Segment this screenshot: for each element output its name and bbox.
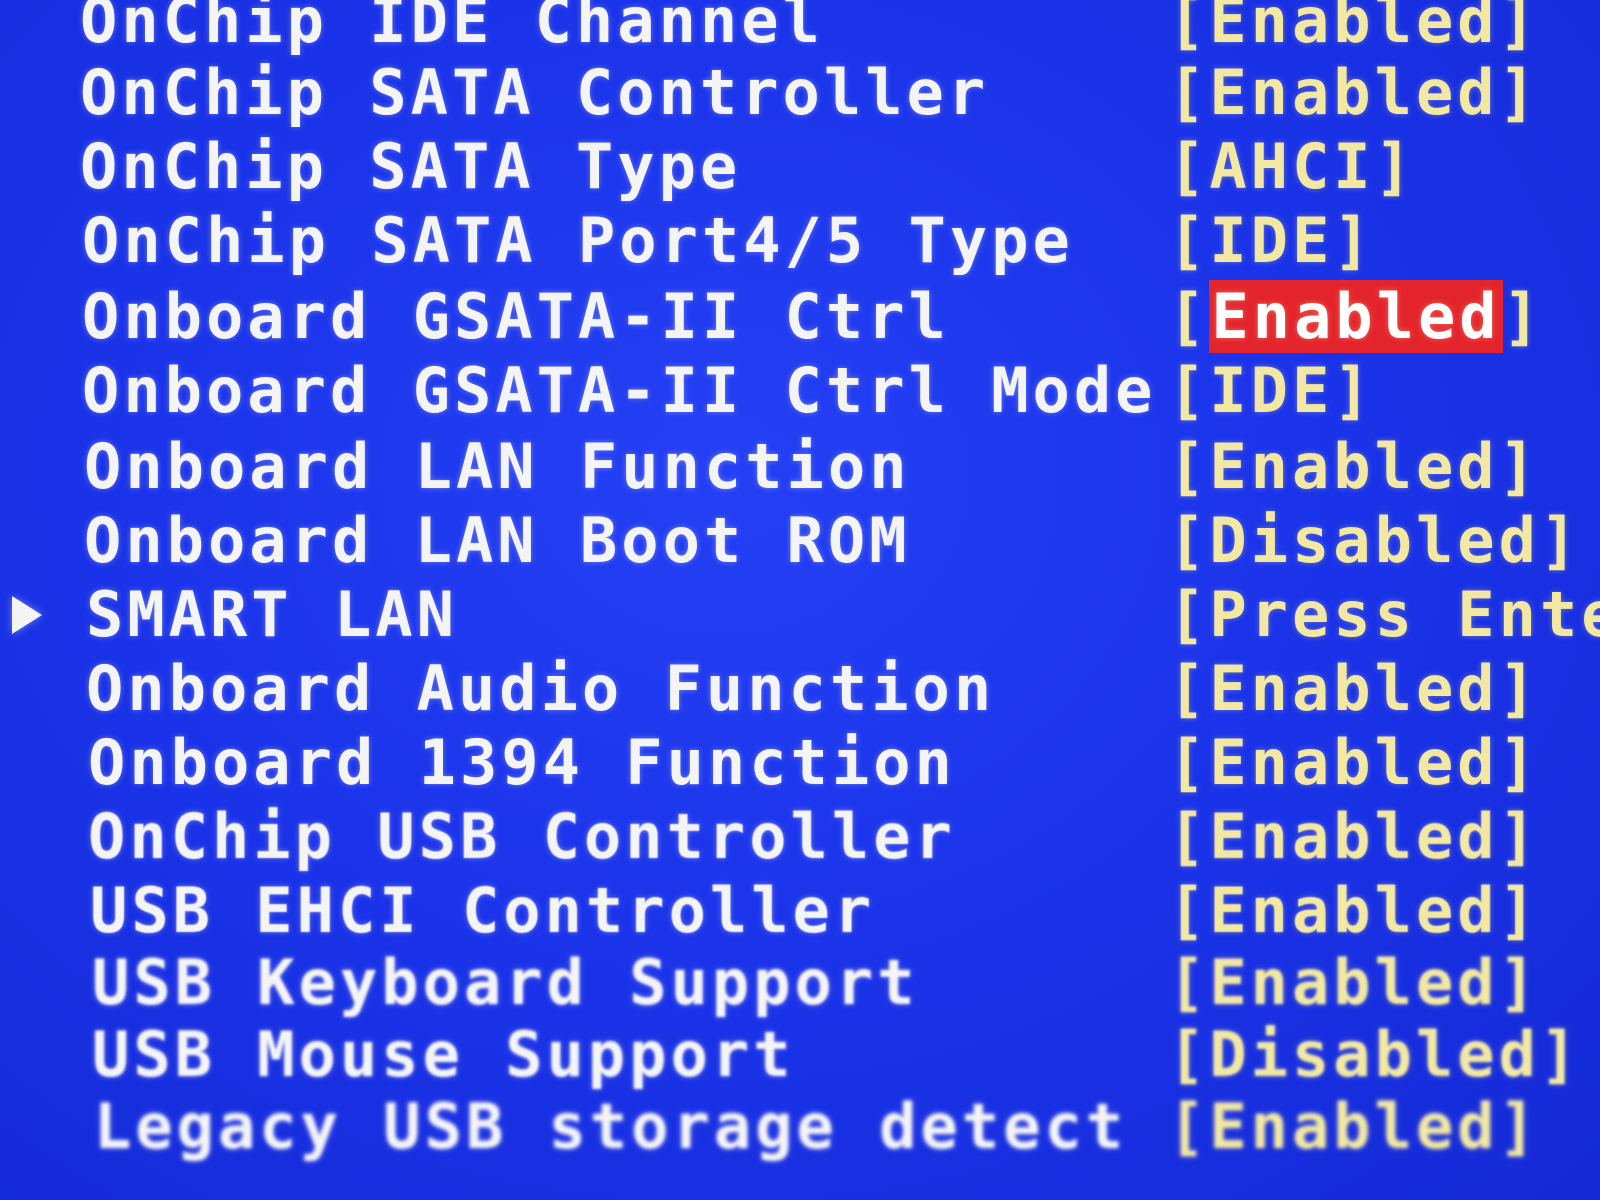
setting-value[interactable]: [Disabled] — [1168, 504, 1581, 578]
setting-label: USB Keyboard Support — [92, 946, 919, 1019]
setting-label: USB Mouse Support — [92, 1018, 795, 1091]
setting-value[interactable]: [IDE] — [1168, 204, 1375, 278]
setting-value[interactable]: [Disabled] — [1168, 1018, 1581, 1092]
setting-label: OnChip SATA Controller — [80, 56, 990, 129]
setting-row-onchip-usb-controller[interactable]: OnChip USB Controller [Enabled] — [0, 800, 1600, 874]
setting-row-usb-keyboard-support[interactable]: USB Keyboard Support [Enabled] — [0, 946, 1600, 1020]
setting-row-onboard-audio-function[interactable]: Onboard Audio Function [Enabled] — [0, 652, 1600, 726]
setting-row-usb-mouse-support[interactable]: USB Mouse Support [Disabled] — [0, 1018, 1600, 1092]
setting-label: SMART LAN — [86, 578, 458, 651]
setting-value[interactable]: [Enabled] — [1168, 800, 1540, 874]
setting-row-onchip-sata-type[interactable]: OnChip SATA Type [AHCI] — [0, 130, 1600, 204]
setting-value[interactable]: [Enabled] — [1168, 652, 1540, 726]
setting-label: Legacy USB storage detect — [94, 1090, 1128, 1163]
setting-label: OnChip IDE Channel — [80, 0, 824, 57]
setting-value[interactable]: [Enabled] — [1168, 1090, 1540, 1164]
setting-row-onboard-gsata-ii-ctrl-mode[interactable]: Onboard GSATA-II Ctrl Mode [IDE] — [0, 354, 1600, 428]
setting-value-selected[interactable]: [Enabled] — [1168, 280, 1544, 354]
setting-row-onboard-lan-function[interactable]: Onboard LAN Function [Enabled] — [0, 430, 1600, 504]
setting-value[interactable]: [Press Ente — [1168, 578, 1600, 652]
setting-label: Onboard GSATA-II Ctrl Mode — [82, 354, 1157, 427]
setting-label: OnChip USB Controller — [88, 800, 956, 873]
setting-row-onchip-ide-channel[interactable]: OnChip IDE Channel [Enabled] — [0, 0, 1600, 58]
value-open-bracket: [ — [1168, 280, 1210, 353]
setting-value[interactable]: [Enabled] — [1168, 430, 1540, 504]
setting-row-onboard-lan-boot-rom[interactable]: Onboard LAN Boot ROM [Disabled] — [0, 504, 1600, 578]
setting-row-onboard-gsata-ii-ctrl[interactable]: Onboard GSATA-II Ctrl [Enabled] — [0, 280, 1600, 354]
setting-row-onboard-1394-function[interactable]: Onboard 1394 Function [Enabled] — [0, 726, 1600, 800]
setting-value[interactable]: [Enabled] — [1168, 726, 1540, 800]
setting-label: Onboard Audio Function — [86, 652, 996, 725]
setting-value[interactable]: [IDE] — [1168, 354, 1375, 428]
setting-label: Onboard LAN Boot ROM — [84, 504, 911, 577]
setting-label: OnChip SATA Port4/5 Type — [82, 204, 1074, 277]
setting-value[interactable]: [AHCI] — [1168, 130, 1416, 204]
setting-label: USB EHCI Controller — [90, 874, 876, 947]
bios-settings-screen: OnChip IDE Channel [Enabled] OnChip SATA… — [0, 0, 1600, 1200]
value-close-bracket: ] — [1502, 280, 1544, 353]
setting-row-usb-ehci-controller[interactable]: USB EHCI Controller [Enabled] — [0, 874, 1600, 948]
setting-label: OnChip SATA Type — [80, 130, 742, 203]
setting-value[interactable]: [Enabled] — [1168, 874, 1540, 948]
setting-row-legacy-usb-storage-detect[interactable]: Legacy USB storage detect [Enabled] — [0, 1090, 1600, 1164]
setting-row-onchip-sata-controller[interactable]: OnChip SATA Controller [Enabled] — [0, 56, 1600, 130]
setting-label: Onboard GSATA-II Ctrl — [82, 280, 950, 353]
submenu-arrow-icon — [12, 596, 42, 634]
setting-value[interactable]: [Enabled] — [1168, 0, 1540, 58]
setting-label: Onboard 1394 Function — [88, 726, 956, 799]
setting-row-smart-lan-submenu[interactable]: SMART LAN [Press Ente — [0, 578, 1600, 652]
setting-value[interactable]: [Enabled] — [1168, 946, 1540, 1020]
setting-label: Onboard LAN Function — [84, 430, 911, 503]
selected-value-highlight[interactable]: Enabled — [1209, 280, 1503, 353]
setting-row-onchip-sata-port45-type[interactable]: OnChip SATA Port4/5 Type [IDE] — [0, 204, 1600, 278]
setting-value[interactable]: [Enabled] — [1168, 56, 1540, 130]
